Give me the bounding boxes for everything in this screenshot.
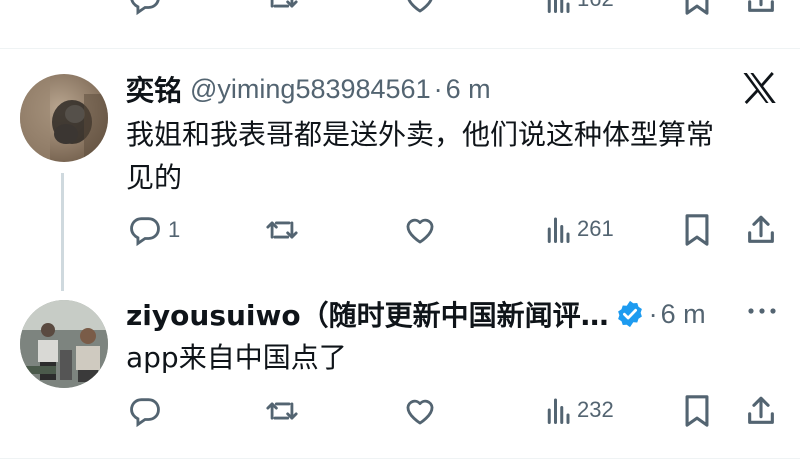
like-button[interactable] xyxy=(403,394,437,428)
share-icon xyxy=(748,396,774,424)
timestamp[interactable]: 6 m xyxy=(446,74,491,105)
views-button[interactable]: 162 xyxy=(545,0,614,14)
avatar[interactable] xyxy=(20,300,108,388)
avatar[interactable] xyxy=(20,74,108,162)
views-count: 232 xyxy=(577,397,614,422)
tweet[interactable]: ziyousuiwo（随时更新中国新闻评… · 6 m app来自中国点了 23… xyxy=(0,280,800,460)
share-icon xyxy=(748,0,774,12)
top-tweet-actions: 162 xyxy=(0,0,800,22)
retweet-icon xyxy=(266,221,298,239)
reply-icon xyxy=(130,398,160,428)
views-icon xyxy=(547,0,570,13)
bookmark-button[interactable] xyxy=(682,0,712,16)
reply-button[interactable]: 1 xyxy=(128,213,180,247)
retweet-icon xyxy=(270,0,298,8)
views-button[interactable]: 232 xyxy=(545,395,614,425)
views-count: 162 xyxy=(577,0,614,12)
tweet-header: 奕铭 @yiming583984561 · 6 m xyxy=(126,69,491,109)
tweet-text: app来自中国点了 xyxy=(126,341,347,374)
views-count: 261 xyxy=(577,216,614,241)
share-button[interactable] xyxy=(744,394,778,428)
like-icon xyxy=(406,399,434,425)
tweet-header: ziyousuiwo（随时更新中国新闻评… · 6 m xyxy=(126,294,706,334)
views-icon xyxy=(547,398,570,424)
user-handle[interactable]: @yiming583984561 xyxy=(190,74,431,105)
timestamp[interactable]: 6 m xyxy=(661,299,706,330)
like-button[interactable] xyxy=(403,0,437,16)
views-icon xyxy=(547,217,570,243)
more-icon xyxy=(748,308,776,314)
reply-button[interactable] xyxy=(128,0,162,16)
separator-dot: · xyxy=(648,298,658,329)
share-icon xyxy=(748,215,774,243)
verified-badge-icon xyxy=(615,299,645,329)
bookmark-icon xyxy=(685,395,709,427)
tweet-actions: 1 261 xyxy=(0,209,800,249)
tweet-text-line: 我姐和我表哥都是送外卖，他们说这种体型算常 xyxy=(126,118,715,151)
share-button[interactable] xyxy=(744,0,778,16)
reply-icon xyxy=(130,0,160,16)
reply-icon xyxy=(130,217,160,247)
like-icon xyxy=(407,0,433,13)
display-name[interactable]: ziyousuiwo（随时更新中国新闻评… xyxy=(126,294,609,334)
separator-dot: · xyxy=(433,73,443,104)
retweet-button[interactable] xyxy=(264,394,300,428)
display-name[interactable]: 奕铭 xyxy=(126,69,182,109)
tweet-actions: 232 xyxy=(0,394,800,434)
divider xyxy=(0,458,800,459)
bookmark-icon xyxy=(685,214,709,246)
tweet-text: 我姐和我表哥都是送外卖，他们说这种体型算常 见的 xyxy=(126,113,776,199)
like-button[interactable] xyxy=(403,213,437,247)
retweet-button[interactable] xyxy=(264,0,300,16)
tweet-text-line: 见的 xyxy=(126,161,183,194)
bookmark-button[interactable] xyxy=(682,213,712,247)
bookmark-button[interactable] xyxy=(682,394,712,428)
views-button[interactable]: 261 xyxy=(545,214,614,244)
bookmark-icon xyxy=(685,0,709,15)
reply-button[interactable] xyxy=(128,394,162,428)
more-button[interactable] xyxy=(746,302,778,321)
retweet-icon xyxy=(266,402,298,420)
share-button[interactable] xyxy=(744,213,778,247)
like-icon xyxy=(406,218,434,244)
retweet-button[interactable] xyxy=(264,213,300,247)
reply-count: 1 xyxy=(168,217,181,242)
x-logo-icon xyxy=(742,71,778,109)
